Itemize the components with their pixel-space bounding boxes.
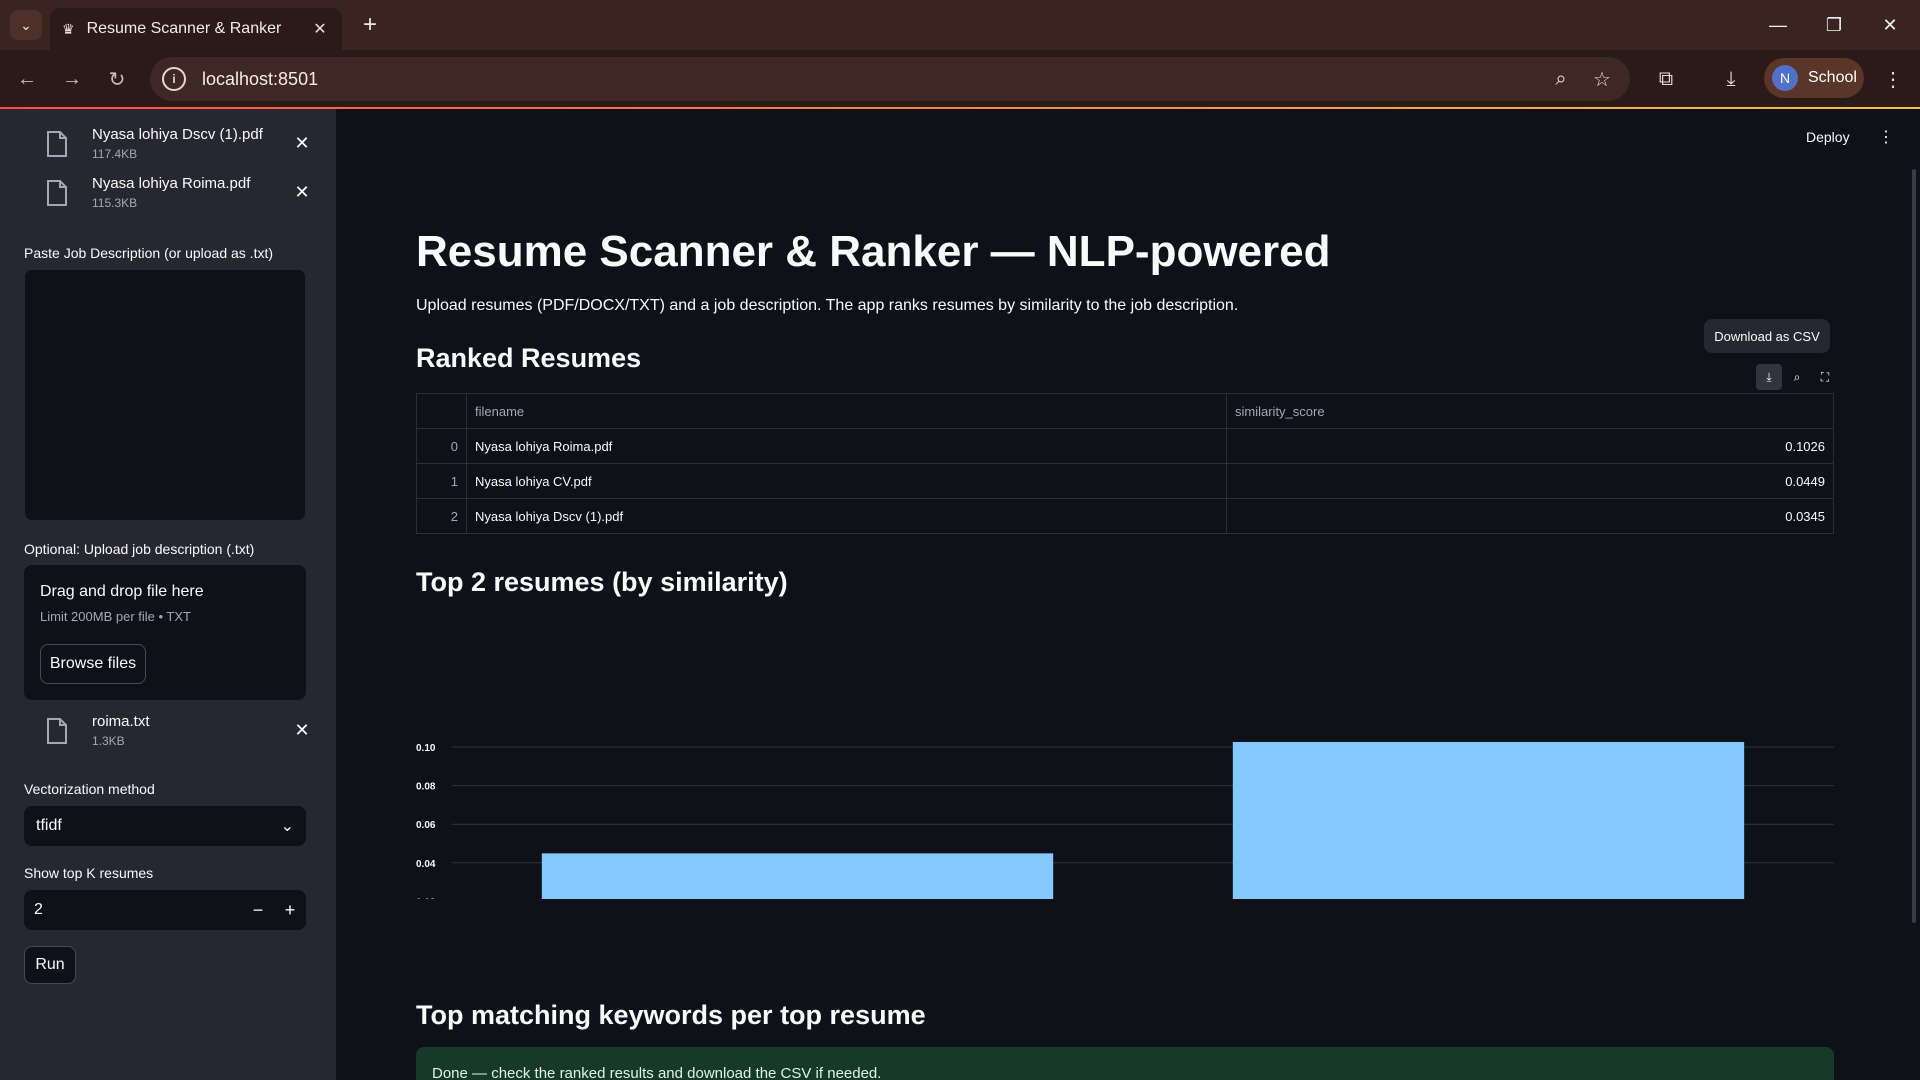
back-icon[interactable]: ← — [12, 64, 42, 94]
y-tick-label: 0.10 — [416, 743, 436, 754]
avatar: N — [1772, 65, 1798, 91]
bar — [1232, 741, 1745, 899]
cell-score[interactable]: 0.0345 — [1226, 498, 1834, 534]
chart-heading: Top 2 resumes (by similarity) — [416, 567, 788, 597]
extensions-icon[interactable]: ⧉ — [1653, 66, 1679, 92]
job-description-textarea[interactable] — [24, 269, 306, 521]
file-icon — [44, 129, 70, 159]
column-header[interactable]: similarity_score — [1226, 393, 1834, 429]
upload-jd-label: Optional: Upload job description (.txt) — [24, 541, 255, 557]
reload-icon[interactable]: ↻ — [102, 64, 132, 94]
topk-label: Show top K resumes — [24, 865, 154, 881]
tab-search-dropdown[interactable]: ⌄ — [10, 10, 42, 40]
browser-tabstrip: ⌄ ♛ Resume Scanner & Ranker ✕ + — ❐ ✕ — [0, 0, 1920, 50]
file-size: 1.3KB — [92, 734, 125, 748]
bookmark-star-icon[interactable]: ☆ — [1589, 66, 1615, 92]
uploaded-jd-file: roima.txt 1.3KB ✕ — [44, 712, 314, 758]
vectorization-label: Vectorization method — [24, 781, 155, 797]
vectorization-select[interactable]: tfidf ⌄ — [24, 806, 306, 846]
table-row[interactable]: 2 Nyasa lohiya Dscv (1).pdf 0.0345 — [416, 498, 1834, 534]
cell-filename[interactable]: Nyasa lohiya Roima.pdf — [466, 428, 1227, 464]
file-name: Nyasa lohiya Dscv (1).pdf — [92, 126, 263, 143]
download-csv-button[interactable]: Download as CSV — [1704, 319, 1830, 353]
cell-filename[interactable]: Nyasa lohiya CV.pdf — [466, 463, 1227, 499]
address-bar[interactable]: i localhost:8501 — [150, 57, 1630, 101]
y-tick-label: 0.02 — [416, 897, 436, 899]
downloads-icon[interactable]: ⤓ — [1718, 66, 1744, 92]
increment-button[interactable]: + — [274, 900, 306, 921]
browser-tab[interactable]: ♛ Resume Scanner & Ranker ✕ — [50, 8, 342, 50]
job-description-label: Paste Job Description (or upload as .txt… — [24, 245, 274, 261]
decrement-button[interactable]: − — [242, 900, 274, 921]
file-icon — [44, 178, 70, 208]
deploy-button[interactable]: Deploy — [1806, 129, 1850, 145]
table-row[interactable]: 1 Nyasa lohiya CV.pdf 0.0449 — [416, 463, 1834, 499]
row-index: 2 — [416, 498, 467, 534]
cell-filename[interactable]: Nyasa lohiya Dscv (1).pdf — [466, 498, 1227, 534]
browser-menu-icon[interactable]: ⋮ — [1880, 66, 1906, 92]
keywords-heading: Top matching keywords per top resume — [416, 1000, 926, 1030]
new-tab-button[interactable]: + — [355, 10, 385, 40]
profile-button[interactable]: N School — [1764, 58, 1864, 98]
zoom-icon[interactable]: ⌕ — [1548, 66, 1574, 92]
select-value: tfidf — [36, 817, 62, 834]
file-icon — [44, 716, 70, 746]
url-text: localhost:8501 — [202, 68, 319, 89]
download-icon[interactable]: ⤓ — [1756, 364, 1782, 390]
similarity-bar-chart: 0.100.080.060.040.020.00Nyasa lohiya CV.… — [416, 741, 1834, 899]
browse-files-button[interactable]: Browse files — [40, 644, 146, 684]
tab-title: Resume Scanner & Ranker — [86, 20, 282, 37]
file-name: roima.txt — [92, 713, 150, 730]
file-size: 117.4KB — [92, 147, 138, 161]
search-icon[interactable]: ⌕ — [1784, 364, 1810, 390]
success-alert: Done — check the ranked results and down… — [416, 1047, 1834, 1080]
intro-text: Upload resumes (PDF/DOCX/TXT) and a job … — [416, 297, 1239, 314]
close-window-button[interactable]: ✕ — [1862, 0, 1918, 50]
restore-button[interactable]: ❐ — [1806, 0, 1862, 50]
ranked-table[interactable]: filename similarity_score 0 Nyasa lohiya… — [416, 393, 1834, 534]
row-index: 0 — [416, 428, 467, 464]
uploaded-file-item: Nyasa lohiya Dscv (1).pdf 117.4KB ✕ — [44, 125, 314, 171]
page-title: Resume Scanner & Ranker — NLP-powered — [416, 227, 1331, 276]
streamlit-favicon-icon: ♛ — [62, 20, 75, 37]
table-row[interactable]: 0 Nyasa lohiya Roima.pdf 0.1026 — [416, 428, 1834, 464]
tab-close-icon[interactable]: ✕ — [310, 19, 330, 39]
sidebar: Nyasa lohiya Dscv (1).pdf 117.4KB ✕ Nyas… — [0, 109, 336, 1080]
bar — [541, 853, 1054, 899]
app-menu-icon[interactable]: ⋮ — [1878, 127, 1894, 147]
y-tick-label: 0.08 — [416, 782, 436, 793]
cell-score[interactable]: 0.1026 — [1226, 428, 1834, 464]
column-header[interactable]: filename — [466, 393, 1227, 429]
file-size: 115.3KB — [92, 196, 138, 210]
dropzone-limit: Limit 200MB per file • TXT — [40, 609, 191, 624]
index-header — [416, 393, 467, 429]
cell-score[interactable]: 0.0449 — [1226, 463, 1834, 499]
profile-name: School — [1808, 69, 1857, 86]
y-tick-label: 0.06 — [416, 820, 436, 831]
dropzone-title: Drag and drop file here — [40, 583, 204, 600]
topk-stepper[interactable]: 2 − + — [24, 890, 306, 930]
forward-icon[interactable]: → — [57, 64, 87, 94]
remove-file-icon[interactable]: ✕ — [290, 180, 314, 204]
remove-file-icon[interactable]: ✕ — [290, 718, 314, 742]
main-content: Deploy ⋮ Resume Scanner & Ranker — NLP-p… — [336, 109, 1920, 1080]
uploaded-file-item: Nyasa lohiya Roima.pdf 115.3KB ✕ — [44, 174, 314, 220]
file-dropzone[interactable]: Drag and drop file here Limit 200MB per … — [24, 565, 306, 700]
file-name: Nyasa lohiya Roima.pdf — [92, 175, 251, 192]
remove-file-icon[interactable]: ✕ — [290, 131, 314, 155]
topk-input[interactable]: 2 — [24, 901, 242, 919]
row-index: 1 — [416, 463, 467, 499]
site-info-icon[interactable]: i — [162, 67, 186, 91]
table-toolbar: ⤓ ⌕ ⛶ — [1756, 364, 1838, 390]
ranked-heading: Ranked Resumes — [416, 343, 642, 373]
fullscreen-icon[interactable]: ⛶ — [1812, 364, 1838, 390]
table-header-row: filename similarity_score — [416, 393, 1834, 429]
chevron-down-icon: ⌄ — [280, 818, 294, 835]
run-button[interactable]: Run — [24, 946, 76, 984]
minimize-button[interactable]: — — [1750, 0, 1806, 50]
y-tick-label: 0.04 — [416, 859, 436, 870]
